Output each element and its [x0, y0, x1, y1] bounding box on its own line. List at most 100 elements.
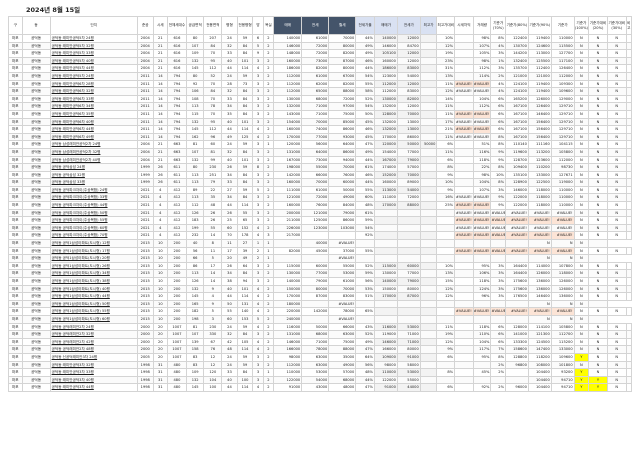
column-header[interactable]: 전세	[301, 16, 330, 35]
column-header[interactable]: 욕실	[262, 16, 275, 35]
complex-link[interactable]: 공덕동 공덕파크자이(주상복합) 33평	[49, 193, 138, 203]
table-cell: 412	[167, 216, 187, 225]
complex-link[interactable]: 공덕동 공덕1삼성아파트(도시형) 38평	[49, 277, 138, 286]
complex-link[interactable]: 공덕동 공덕삼성 33평	[49, 178, 138, 187]
complex-link[interactable]: 공덕동 래미안공덕5차 33평	[49, 49, 138, 58]
column-header[interactable]: 시세차익	[454, 16, 474, 35]
column-header[interactable]: 매매	[273, 16, 303, 35]
column-header[interactable]: 시세	[152, 16, 169, 35]
column-header[interactable]: 기준가(90%)	[527, 16, 552, 35]
column-header[interactable]: 기준가(80%)	[504, 16, 529, 35]
complex-link[interactable]: 공덕동 래미안공덕5차 32평	[49, 41, 138, 51]
column-header[interactable]: 기준가(70%)	[490, 16, 506, 35]
table-cell: 113	[185, 102, 205, 111]
table-cell: 12000	[396, 79, 421, 89]
column-header[interactable]: 전세가	[396, 16, 421, 35]
complex-link[interactable]: 공덕동 래미안공덕6차 32평	[49, 87, 138, 96]
complex-link[interactable]: 공덕동 공덕래미안2차 32평	[49, 330, 138, 339]
table-row: 마포 공덕동 공덕동 공덕1삼성아파트(도시형) 34평 2015 10 200 113 14…	[8, 269, 633, 278]
column-header[interactable]: 기준가(100%)	[573, 16, 590, 35]
table-cell	[396, 208, 421, 218]
column-header[interactable]: 전용면적	[203, 16, 223, 35]
column-header[interactable]: 비고	[625, 16, 633, 35]
table-cell: 109400	[504, 163, 529, 172]
column-header[interactable]: 기준가	[550, 16, 575, 35]
complex-link[interactable]: 공덕동 공덕파크자이(주상복합) 60평	[49, 223, 138, 233]
column-header[interactable]: 거래량	[472, 16, 492, 35]
complex-link[interactable]: 공덕동 공덕파크자이(주상복합) 44평	[49, 201, 138, 210]
complex-link[interactable]: 공덕동 공덕1삼성아파트(도시형) 40평	[49, 284, 138, 294]
complex-link[interactable]: 공덕동 공덕1삼성아파트(도시형) 60평	[49, 314, 138, 324]
table-cell: 125000	[301, 216, 330, 225]
table-cell: 14	[152, 125, 169, 134]
complex-link[interactable]: 공덕동 래미안공덕5차 40평	[49, 56, 138, 66]
table-cell: 200000	[273, 208, 303, 218]
complex-link[interactable]: 공덕동 공덕래미안2차 42평	[49, 337, 138, 347]
column-header[interactable]: 준공	[136, 16, 154, 35]
complex-link[interactable]: 공덕동 공덕1삼성아파트(도시형) 17평	[49, 246, 138, 256]
complex-link[interactable]: 공덕동 래미안공덕6차 44평	[49, 125, 138, 134]
complex-link[interactable]: 공덕동 공덕1삼성아파트(도시형) 20평	[49, 254, 138, 263]
table-cell: 14	[203, 231, 223, 241]
column-header[interactable]: 방	[252, 16, 264, 35]
complex-link[interactable]: 공덕동 래미안공덕6차 49평	[49, 132, 138, 142]
complex-link[interactable]: 공덕동 래미안공덕3차 32평	[49, 360, 138, 370]
column-header[interactable]: 최고가	[419, 16, 438, 35]
column-header[interactable]: 구	[8, 16, 23, 35]
complex-link[interactable]: 공덕동 공덕삼성 24평	[49, 163, 138, 172]
complex-link[interactable]: 공덕동 공덕1삼성아파트(도시형) 12평	[49, 239, 138, 248]
complex-link[interactable]: 공덕동 래미안공덕6차 35평	[49, 109, 138, 119]
table-cell: 121000	[273, 193, 303, 203]
complex-link[interactable]: 공덕동 공덕파크자이(주상복합) 24평	[49, 185, 138, 195]
table-cell	[436, 375, 456, 385]
complex-link[interactable]: 공덕동 공덕파크자이(주상복합) 55평	[49, 216, 138, 225]
table-cell: 146000	[373, 337, 398, 347]
column-header[interactable]: 매매가	[373, 16, 398, 35]
table-cell: 마포	[8, 254, 23, 263]
complex-link[interactable]: 공덕동 공덕파크자이(주상복합) 50평	[49, 208, 138, 218]
column-header[interactable]: 공급면적	[185, 16, 205, 35]
table-cell: 8%	[436, 368, 456, 377]
complex-link[interactable]: 공덕동 래미안공덕6차 28평	[49, 79, 138, 89]
column-header[interactable]: 기준가대비(30%)	[606, 16, 627, 35]
complex-link[interactable]: 공덕동 공덕파크자이(주상복합) 70평	[49, 231, 138, 241]
complex-link[interactable]: 공덕동 공덕1삼성아파트(도시형) 55평	[49, 307, 138, 316]
column-header[interactable]: 전체세대수	[167, 16, 187, 35]
complex-link[interactable]: 공덕동 신공덕래미안3차 24평	[49, 352, 138, 362]
complex-link[interactable]: 공덕동 래미안공덕5차 44평	[49, 64, 138, 73]
table-cell: 97000	[328, 102, 357, 111]
table-cell: 54%	[355, 71, 375, 81]
complex-link[interactable]: 공덕동 삼성래미안공덕2차 24평	[49, 140, 138, 149]
table-cell: 2	[262, 375, 275, 385]
complex-link[interactable]: 공덕동 래미안공덕3차 33평	[49, 368, 138, 377]
complex-link[interactable]: 공덕동 래미안공덕5차 24평	[49, 34, 138, 43]
table-cell	[301, 299, 330, 309]
complex-link[interactable]: 공덕동 공덕래미안2차 48평	[49, 345, 138, 354]
complex-link[interactable]: 공덕동 공덕삼성 32평	[49, 170, 138, 180]
complex-link[interactable]: 공덕동 래미안공덕6차 33평	[49, 94, 138, 104]
complex-link[interactable]: 공덕동 삼성래미안공덕2차 40평	[49, 155, 138, 165]
complex-link[interactable]: 공덕동 공덕1삼성아파트(도시형) 44평	[49, 292, 138, 301]
table-cell: 480	[167, 360, 187, 370]
complex-link[interactable]: 공덕동 래미안공덕6차 34평	[49, 102, 138, 111]
complex-link[interactable]: 공덕동 공덕1삼성아파트(도시형) 26평	[49, 261, 138, 271]
column-header[interactable]: 전용평형	[236, 16, 254, 35]
complex-link[interactable]: 공덕동 래미안공덕3차 44평	[49, 383, 138, 392]
column-header[interactable]: 월세	[328, 16, 357, 35]
table-cell: 200	[167, 246, 187, 256]
column-header[interactable]: 단지	[49, 16, 138, 35]
column-header[interactable]: 기준가대비(20%)	[588, 16, 608, 35]
complex-link[interactable]: 공덕동 래미안공덕6차 40평	[49, 117, 138, 127]
column-header[interactable]: 전세가율	[355, 16, 375, 35]
complex-link[interactable]: 공덕동 공덕래미안2차 24평	[49, 322, 138, 332]
table-cell: #VALUE!	[454, 201, 474, 210]
column-header[interactable]: 최고가대비	[436, 16, 456, 35]
complex-link[interactable]: 공덕동 공덕1삼성아파트(도시형) 34평	[49, 269, 138, 278]
complex-link[interactable]: 공덕동 공덕1삼성아파트(도시형) 50평	[49, 299, 138, 309]
complex-link[interactable]: 공덕동 래미안공덕3차 40평	[49, 375, 138, 385]
table-cell: 70000	[396, 109, 421, 119]
column-header[interactable]: 평형	[221, 16, 238, 35]
complex-link[interactable]: 공덕동 래미안공덕5차 24평	[49, 71, 138, 81]
column-header[interactable]: 동	[21, 16, 51, 35]
complex-link[interactable]: 공덕동 삼성래미안공덕2차 32평	[49, 147, 138, 157]
